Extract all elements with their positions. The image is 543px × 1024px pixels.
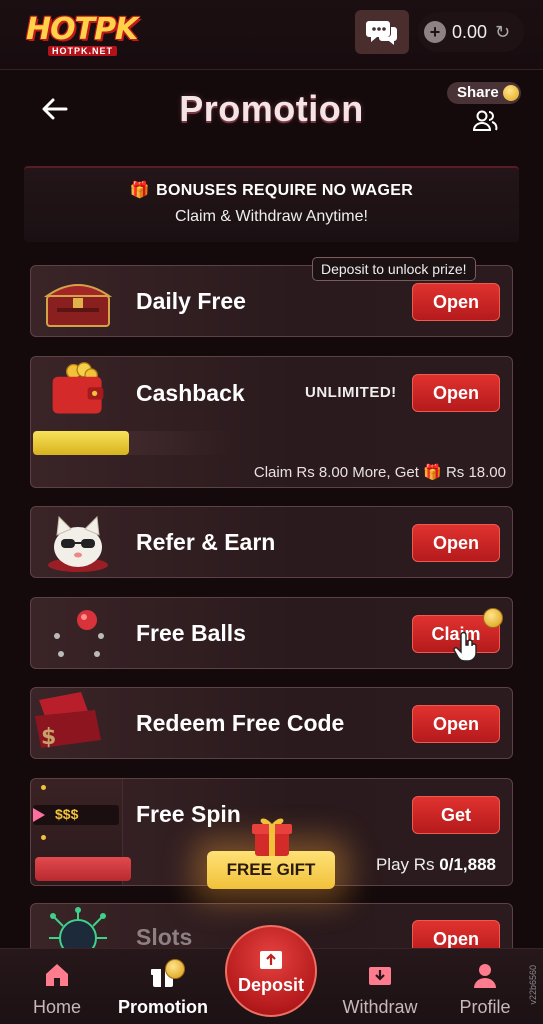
balls-icon: [54, 610, 104, 657]
deposit-button[interactable]: Deposit: [225, 925, 317, 1017]
light-dot: [41, 785, 46, 790]
light-dot: [41, 835, 46, 840]
version-label: v22b6560: [528, 965, 538, 1005]
gift-box-icon[interactable]: [249, 812, 295, 858]
top-bar: HOTPK HOTPK.NET + 0.00 ↻: [0, 0, 543, 70]
deposit-label: Deposit: [237, 974, 304, 995]
share-button[interactable]: Share: [447, 82, 521, 104]
cashback-note-amount: Rs 18.00: [445, 464, 506, 481]
nav-withdraw[interactable]: Withdraw: [330, 961, 430, 1018]
nav-home[interactable]: Home: [7, 961, 107, 1018]
redeem-code-title: Redeem Free Code: [136, 710, 345, 736]
nav-promotion[interactable]: Promotion: [113, 959, 213, 1018]
share-label: Share: [457, 84, 499, 101]
pointer-icon: [33, 808, 45, 822]
nav-profile[interactable]: Profile: [435, 961, 535, 1018]
gift-icon: 🎁: [423, 464, 442, 481]
nav-profile-label: Profile: [459, 997, 511, 1017]
refer-earn-open-button[interactable]: Open: [412, 524, 500, 562]
free-spin-title: Free Spin: [136, 801, 241, 827]
refresh-icon[interactable]: ↻: [495, 22, 510, 43]
cashback-card[interactable]: Cashback UNLIMITED! Open Claim Rs 8.00 M…: [30, 356, 513, 488]
play-label: Play Rs: [375, 855, 435, 874]
play-value: 0/1,888: [439, 855, 496, 874]
nav-promotion-label: Promotion: [118, 997, 208, 1017]
slot-badge: $$$: [33, 805, 119, 825]
balance-pill: + 0.00 ↻: [418, 12, 524, 52]
bonus-subtitle: Claim & Withdraw Anytime!: [175, 208, 368, 225]
deposit-unlock-tag: Deposit to unlock prize!: [312, 257, 476, 281]
profile-icon: [474, 964, 496, 988]
logo-text: HOTPK: [26, 12, 138, 47]
nav-withdraw-label: Withdraw: [342, 997, 418, 1017]
withdraw-icon: [369, 967, 391, 985]
slot-badge-text: $$$: [55, 806, 79, 822]
nav-home-label: Home: [32, 997, 81, 1017]
bonus-banner: 🎁 BONUSES REQUIRE NO WAGER Claim & Withdr…: [24, 166, 519, 242]
refer-earn-card[interactable]: Refer & Earn Open: [30, 506, 513, 578]
cashback-note-prefix: Claim Rs 8.00 More, Get: [253, 464, 419, 481]
chat-bubbles-icon: [366, 21, 397, 45]
unlimited-label: UNLIMITED!: [305, 384, 397, 401]
coin-icon: [483, 608, 503, 628]
free-balls-card[interactable]: Free Balls Claim: [30, 597, 513, 669]
redeem-code-open-button[interactable]: Open: [412, 705, 500, 743]
free-spin-get-button[interactable]: Get: [412, 796, 500, 834]
deposit-icon: [260, 950, 282, 969]
cashback-progress-fill: [33, 431, 129, 455]
free-spin-bar: [35, 857, 131, 881]
tickets-icon: $: [35, 692, 101, 750]
home-icon: [46, 964, 68, 986]
cashback-note: Claim Rs 8.00 More, Get 🎁 Rs 18.00: [254, 463, 506, 481]
hotpk-logo[interactable]: HOTPK HOTPK.NET: [26, 10, 138, 58]
balance-amount: 0.00: [452, 21, 488, 42]
redeem-code-card[interactable]: $ Redeem Free Code Open: [30, 687, 513, 759]
gift-icon: 🎁: [129, 182, 151, 199]
users-icon[interactable]: [472, 108, 498, 134]
chat-button[interactable]: [355, 10, 409, 54]
coin-icon: [502, 85, 519, 101]
treasure-chest-icon: [43, 284, 113, 327]
slots-title: Slots: [136, 924, 193, 950]
daily-free-open-button[interactable]: Open: [412, 283, 500, 321]
hand-pointer-icon: [453, 632, 477, 662]
svg-text:$: $: [41, 725, 56, 750]
logo-subtext: HOTPK.NET: [48, 46, 118, 56]
add-funds-icon[interactable]: +: [424, 21, 446, 43]
refer-earn-title: Refer & Earn: [136, 529, 276, 555]
cat-mascot-icon: [48, 515, 108, 572]
wallet-icon: [52, 362, 104, 414]
cashback-title: Cashback: [136, 380, 245, 406]
free-spin-play-note: Play Rs 0/1,888: [376, 855, 496, 875]
free-balls-title: Free Balls: [136, 620, 246, 646]
page-header: Promotion Share: [0, 70, 543, 162]
bonus-title: BONUSES REQUIRE NO WAGER: [156, 182, 414, 199]
daily-free-title: Daily Free: [136, 288, 246, 314]
free-spin-strip: $$$: [31, 779, 131, 885]
cashback-open-button[interactable]: Open: [412, 374, 500, 412]
coin-icon: [165, 959, 185, 979]
